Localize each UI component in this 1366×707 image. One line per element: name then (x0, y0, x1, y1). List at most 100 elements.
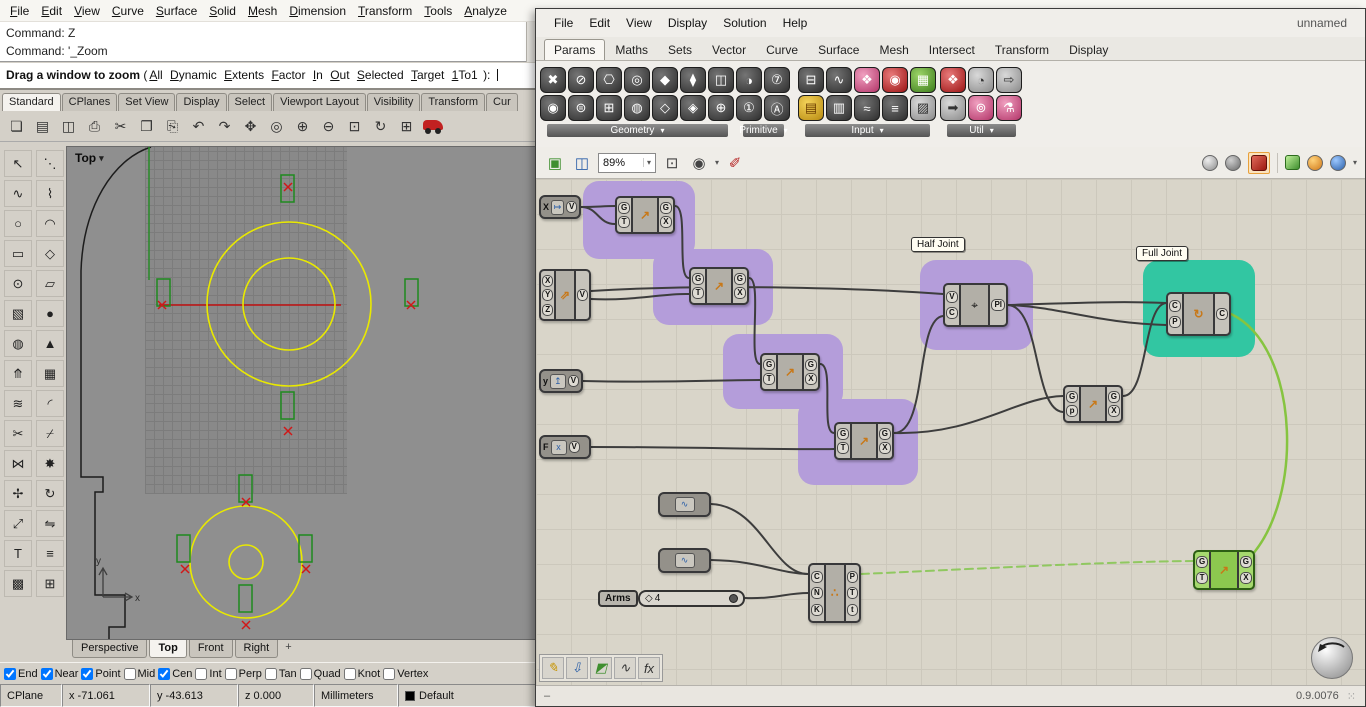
osnap-perp-checkbox[interactable] (224, 667, 237, 680)
port-out-g[interactable]: G (1107, 390, 1120, 403)
gh-menu-file[interactable]: File (546, 13, 581, 33)
redo-icon[interactable]: ↷ (212, 114, 237, 139)
port-in-y[interactable]: Y (542, 289, 554, 301)
palette-group-label-util[interactable]: Util ▾ (947, 124, 1016, 137)
car-icon[interactable] (420, 114, 445, 139)
menu-mesh[interactable]: Mesh (242, 1, 283, 21)
port-out-v[interactable]: V (566, 201, 577, 213)
port-out-g[interactable]: G (733, 272, 746, 285)
eye-dropdown-icon[interactable]: ▾ (715, 158, 719, 167)
prompt-option-factor[interactable]: Factor (271, 68, 305, 82)
menu-solid[interactable]: Solid (203, 1, 242, 21)
port-in-g[interactable]: G (763, 358, 776, 371)
geometry-param-icon[interactable]: ⧫ (680, 67, 706, 93)
zoom-out-icon[interactable]: ⊖ (316, 114, 341, 139)
osnap-vertex-checkbox[interactable] (383, 667, 396, 680)
list-param-icon[interactable]: ≈ (854, 95, 880, 121)
status-layer[interactable]: Default (398, 684, 537, 707)
panel-param-icon[interactable]: ∿ (826, 67, 852, 93)
wire[interactable] (819, 363, 835, 434)
menu-analyze[interactable]: Analyze (458, 1, 513, 21)
wire-dashed-selected[interactable] (860, 560, 1194, 575)
zoom-extents-icon[interactable]: ⊡ (661, 152, 683, 174)
viewport-title[interactable]: Top ▾ (75, 151, 104, 165)
prompt-option-dynamic[interactable]: Dynamic (170, 68, 217, 82)
canvas-compass-widget[interactable] (1311, 637, 1353, 679)
osnap-knot[interactable]: Knot (343, 667, 380, 680)
osnap-perp[interactable]: Perp (224, 667, 262, 680)
geometry-param-icon[interactable]: ◍ (624, 95, 650, 121)
primitive-param-icon[interactable]: ◑ (736, 67, 762, 93)
toolbar-tab-display[interactable]: Display (176, 93, 227, 111)
fillet-tool-icon[interactable]: ◜ (36, 390, 64, 417)
save-document-icon[interactable]: ◫ (571, 152, 593, 174)
port-in-g[interactable]: G (1196, 556, 1209, 569)
menu-surface[interactable]: Surface (150, 1, 203, 21)
menu-tools[interactable]: Tools (418, 1, 458, 21)
osnap-near-checkbox[interactable] (40, 667, 53, 680)
print-icon[interactable]: ⎙ (82, 114, 107, 139)
palette-group-label-geometry[interactable]: Geometry ▾ (547, 124, 728, 137)
bottom-inner-circle[interactable] (228, 544, 264, 580)
open-file-icon[interactable]: ▤ (30, 114, 55, 139)
geometry-param-icon[interactable]: ⊞ (596, 95, 622, 121)
gh-menu-solution[interactable]: Solution (715, 13, 774, 33)
cone-tool-icon[interactable]: ▲ (36, 330, 64, 357)
geometry-param-icon[interactable]: ◇ (652, 95, 678, 121)
wire[interactable] (590, 292, 690, 301)
wire[interactable] (710, 503, 809, 575)
chart-icon[interactable]: ➡ (940, 95, 966, 121)
slider-param-icon[interactable]: ⊟ (798, 67, 824, 93)
command-history[interactable]: Command: Z Command: '_Zoom (0, 22, 537, 62)
cherries-icon[interactable]: ❖ (940, 67, 966, 93)
port-out-x[interactable]: X (659, 216, 672, 229)
port-out-g[interactable]: G (878, 427, 891, 440)
surface-tool-icon[interactable]: ▦ (36, 360, 64, 387)
port-in-t[interactable]: T (618, 216, 631, 229)
preview-wire-icon[interactable] (1224, 154, 1241, 171)
gh-tab-mesh[interactable]: Mesh (869, 39, 918, 60)
port-in-c[interactable]: C (1169, 299, 1181, 312)
menu-curve[interactable]: Curve (106, 1, 150, 21)
toolbar-tab-select[interactable]: Select (227, 93, 273, 111)
gh-move-node-5[interactable]: Gp ↗ GX (1063, 385, 1123, 423)
zoom-icon[interactable]: ◎ (264, 114, 289, 139)
geometry-param-icon[interactable]: ◉ (540, 95, 566, 121)
osnap-int-checkbox[interactable] (195, 667, 208, 680)
geometry-param-icon[interactable]: ◎ (624, 67, 650, 93)
bottom-outer-circle[interactable] (189, 505, 303, 619)
wire[interactable] (710, 559, 809, 575)
preview-shaded-icon[interactable] (1250, 154, 1267, 171)
jump-arrow-icon[interactable]: ⇨ (996, 67, 1022, 93)
port-in-t[interactable]: T (1196, 571, 1209, 584)
zoom-in-icon[interactable]: ⊕ (290, 114, 315, 139)
viewport-tab-front[interactable]: Front (188, 640, 233, 658)
geometry-param-icon[interactable]: ◆ (652, 67, 678, 93)
flask-icon[interactable]: ⚗ (996, 95, 1022, 121)
gh-move-node-selected[interactable]: GT ↗ GX (1193, 550, 1255, 590)
color-swatch-param-icon[interactable]: ▦ (910, 67, 936, 93)
paste-icon[interactable]: ⎘ (160, 114, 185, 139)
save-icon[interactable]: ◫ (56, 114, 81, 139)
port-in-g[interactable]: G (692, 272, 705, 285)
selected-only-preview-icon[interactable] (1284, 155, 1300, 170)
gh-param-x-node[interactable]: X ↦ V (539, 195, 581, 219)
hatch-param-icon[interactable]: ▨ (910, 95, 936, 121)
gh-tab-params[interactable]: Params (544, 39, 606, 60)
curve-tool-icon[interactable]: ∿ (4, 180, 32, 207)
toolbar-tab-visibility[interactable]: Visibility (366, 93, 421, 111)
text-tool-icon[interactable]: T (4, 540, 32, 567)
plane-tool-icon[interactable]: ▱ (36, 270, 64, 297)
paintbrush-icon[interactable]: ✐ (724, 152, 746, 174)
osnap-knot-checkbox[interactable] (343, 667, 356, 680)
wire[interactable] (1007, 301, 1167, 306)
copy-icon[interactable]: ❐ (134, 114, 159, 139)
viewport-tab-right[interactable]: Right (234, 640, 279, 658)
osnap-cen-checkbox[interactable] (158, 667, 171, 680)
mirror-tool-icon[interactable]: ⇋ (36, 510, 64, 537)
slider-knob[interactable] (729, 594, 738, 603)
settings-dropdown-icon[interactable]: ▾ (1353, 158, 1357, 167)
donut-icon[interactable]: ⊚ (968, 95, 994, 121)
port-out-p[interactable]: P (846, 570, 858, 583)
cylinder-tool-icon[interactable]: ◍ (4, 330, 32, 357)
